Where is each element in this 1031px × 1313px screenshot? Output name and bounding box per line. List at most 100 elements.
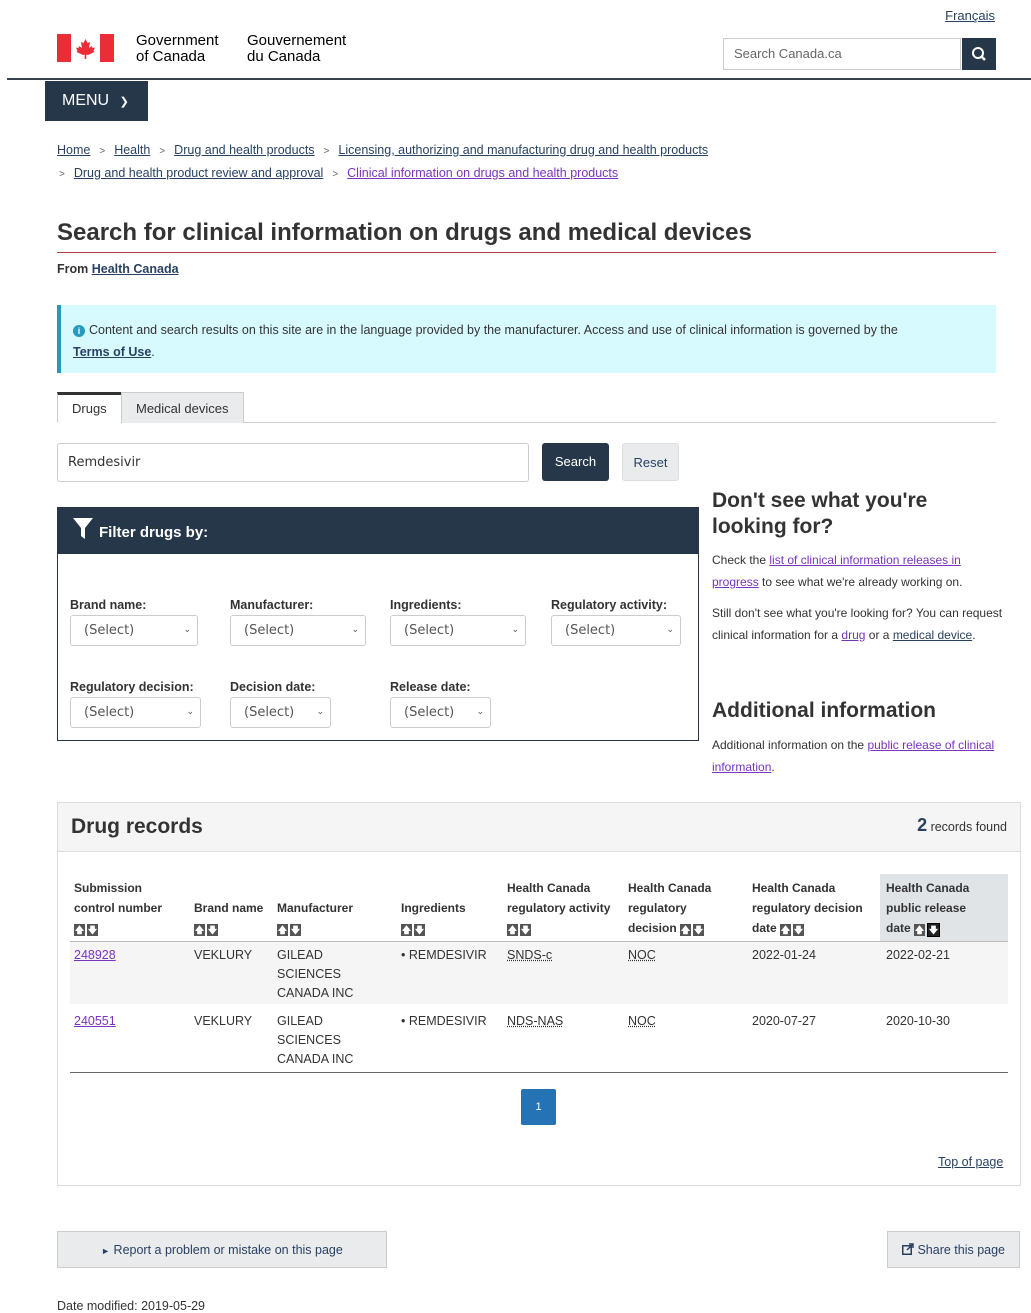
chevron-down-icon: ⌄: [316, 707, 324, 717]
reset-button[interactable]: Reset: [622, 443, 679, 481]
header-text: Ingredients: [401, 901, 466, 915]
drug-search-input[interactable]: Remdesivir: [57, 443, 529, 482]
table-cell-brand: VEKLURY: [194, 1014, 253, 1028]
menu-button[interactable]: MENU ❯: [45, 81, 148, 121]
manufacturer-select[interactable]: (Select) ⌄: [230, 615, 366, 646]
from-label: From: [57, 262, 89, 276]
sort-up-icon[interactable]: 🡅: [914, 924, 926, 936]
top-of-page-link[interactable]: Top of page: [938, 1155, 1003, 1169]
col-header-manufacturer[interactable]: Manufacturer 🡅 🡇: [277, 898, 387, 938]
chevron-down-icon: ⌄: [183, 625, 191, 635]
regulatory-activity-select[interactable]: (Select) ⌄: [551, 615, 681, 646]
share-page-button[interactable]: Share this page: [887, 1231, 1020, 1268]
select-value: (Select): [244, 623, 295, 638]
header-text: Brand name: [194, 901, 264, 915]
records-title: Drug records: [71, 815, 203, 838]
select-value: (Select): [565, 623, 616, 638]
table-cell-decision-date: 2020-07-27: [752, 1014, 816, 1028]
sort-down-icon[interactable]: 🡇: [927, 923, 941, 937]
sort-up-icon[interactable]: 🡅: [194, 924, 205, 936]
ingredients-label: Ingredients:: [390, 598, 462, 612]
terms-of-use-link[interactable]: Terms of Use: [73, 345, 151, 359]
chevron-down-icon: ⌄: [351, 625, 359, 635]
header-text: Health Canada regulatory activity: [507, 881, 611, 915]
col-header-brand[interactable]: Brand name 🡅 🡇: [194, 898, 269, 938]
sort-down-icon[interactable]: 🡇: [87, 924, 98, 936]
sidebar-heading-additional: Additional information: [712, 699, 936, 722]
sort-up-icon[interactable]: 🡅: [780, 924, 792, 936]
records-header: Drug records 2 records found: [58, 803, 1020, 852]
sort-up-icon[interactable]: 🡅: [401, 924, 412, 936]
decision-date-select[interactable]: (Select) ⌄: [230, 697, 331, 728]
table-cell-manufacturer: GILEAD SCIENCES CANADA INC: [277, 948, 354, 1000]
col-header-regulatory-decision[interactable]: Health Canada regulatory decision 🡅 🡇: [628, 878, 738, 938]
search-button[interactable]: Search: [542, 443, 609, 481]
sort-down-icon[interactable]: 🡇: [793, 924, 805, 936]
breadcrumb-health[interactable]: Health: [114, 143, 150, 157]
alert-text: Content and search results on this site …: [89, 323, 898, 337]
tab-medical-devices[interactable]: Medical devices: [121, 392, 244, 423]
sidebar-paragraph-3: Additional information on the public rel…: [712, 734, 997, 778]
table-cell-manufacturer: GILEAD SCIENCES CANADA INC: [277, 1014, 354, 1066]
chevron-down-icon: ⌄: [476, 707, 484, 717]
share-icon: [901, 1243, 914, 1255]
breadcrumb-licensing[interactable]: Licensing, authorizing and manufacturing…: [338, 143, 708, 157]
sort-down-icon[interactable]: 🡇: [207, 924, 218, 936]
brand-name-select[interactable]: (Select) ⌄: [70, 615, 198, 646]
tab-drugs[interactable]: Drugs: [57, 392, 122, 423]
table-cell-decision-date: 2022-01-24: [752, 948, 816, 962]
breadcrumb-clinical-info[interactable]: Clinical information on drugs and health…: [347, 166, 618, 180]
select-value: (Select): [84, 623, 135, 638]
release-date-select[interactable]: (Select) ⌄: [390, 697, 491, 728]
regulatory-decision-select[interactable]: (Select) ⌄: [70, 697, 201, 728]
ingredients-select[interactable]: (Select) ⌄: [390, 615, 526, 646]
col-header-ingredients[interactable]: Ingredients 🡅 🡇: [401, 898, 496, 938]
info-icon: i: [73, 325, 85, 337]
col-header-decision-date[interactable]: Health Canada regulatory decision date 🡅…: [752, 878, 877, 938]
table-cell-brand: VEKLURY: [194, 948, 253, 962]
text: Check the: [712, 553, 767, 567]
health-canada-link[interactable]: Health Canada: [92, 262, 179, 276]
pagination-page-1[interactable]: 1: [521, 1089, 556, 1125]
col-header-regulatory-activity[interactable]: Health Canada regulatory activity 🡅 🡇: [507, 878, 612, 938]
breadcrumb-home[interactable]: Home: [57, 143, 90, 157]
breadcrumb-line-2: > Drug and health product review and appr…: [57, 166, 618, 180]
sort-down-icon[interactable]: 🡇: [290, 924, 301, 936]
sort-up-icon[interactable]: 🡅: [74, 924, 85, 936]
date-modified: Date modified: 2019-05-29: [57, 1299, 206, 1313]
header-text: Manufacturer: [277, 901, 354, 915]
release-date-label: Release date:: [390, 680, 471, 694]
sig-fr-line1: Gouvernement: [247, 32, 347, 49]
submission-number-link[interactable]: 240551: [74, 1012, 116, 1031]
regulatory-decision-label: Regulatory decision:: [70, 680, 194, 694]
records-count: 2: [917, 815, 928, 835]
report-label: Report a problem or mistake on this page: [113, 1243, 343, 1257]
report-problem-button[interactable]: ► Report a problem or mistake on this pa…: [57, 1231, 387, 1268]
regulatory-activity-label: Regulatory activity:: [551, 598, 668, 612]
site-search-button[interactable]: [962, 38, 996, 70]
breadcrumb-separator: >: [323, 146, 330, 157]
language-toggle-link[interactable]: Français: [945, 8, 995, 23]
sort-down-icon[interactable]: 🡇: [520, 924, 531, 936]
brand-name-label: Brand name:: [70, 598, 147, 612]
sort-up-icon[interactable]: 🡅: [507, 924, 518, 936]
signature-french: Gouvernement du Canada: [247, 33, 346, 65]
col-header-release-date[interactable]: Health Canada public release date 🡅 🡇: [886, 878, 986, 938]
breadcrumb-review-approval[interactable]: Drug and health product review and appro…: [74, 166, 323, 180]
request-drug-link[interactable]: drug: [841, 628, 865, 642]
breadcrumb-drug-products[interactable]: Drug and health products: [174, 143, 314, 157]
table-cell-ingredient: • REMDESIVIR: [401, 1014, 487, 1028]
breadcrumb-separator: >: [332, 169, 339, 180]
sort-up-icon[interactable]: 🡅: [277, 924, 288, 936]
request-medical-device-link[interactable]: medical device: [893, 628, 972, 642]
table-cell-ingredient: • REMDESIVIR: [401, 948, 487, 962]
submission-number-link[interactable]: 248928: [74, 946, 116, 965]
sort-up-icon[interactable]: 🡅: [680, 924, 692, 936]
text: Additional information on the: [712, 738, 865, 752]
sort-down-icon[interactable]: 🡇: [414, 924, 425, 936]
site-search-input[interactable]: Search Canada.ca: [723, 38, 961, 70]
from-line: From Health Canada: [57, 262, 179, 276]
col-header-submission[interactable]: Submission control number 🡅 🡇: [74, 878, 179, 938]
sort-down-icon[interactable]: 🡇: [693, 924, 705, 936]
records-found: 2 records found: [917, 815, 1007, 836]
